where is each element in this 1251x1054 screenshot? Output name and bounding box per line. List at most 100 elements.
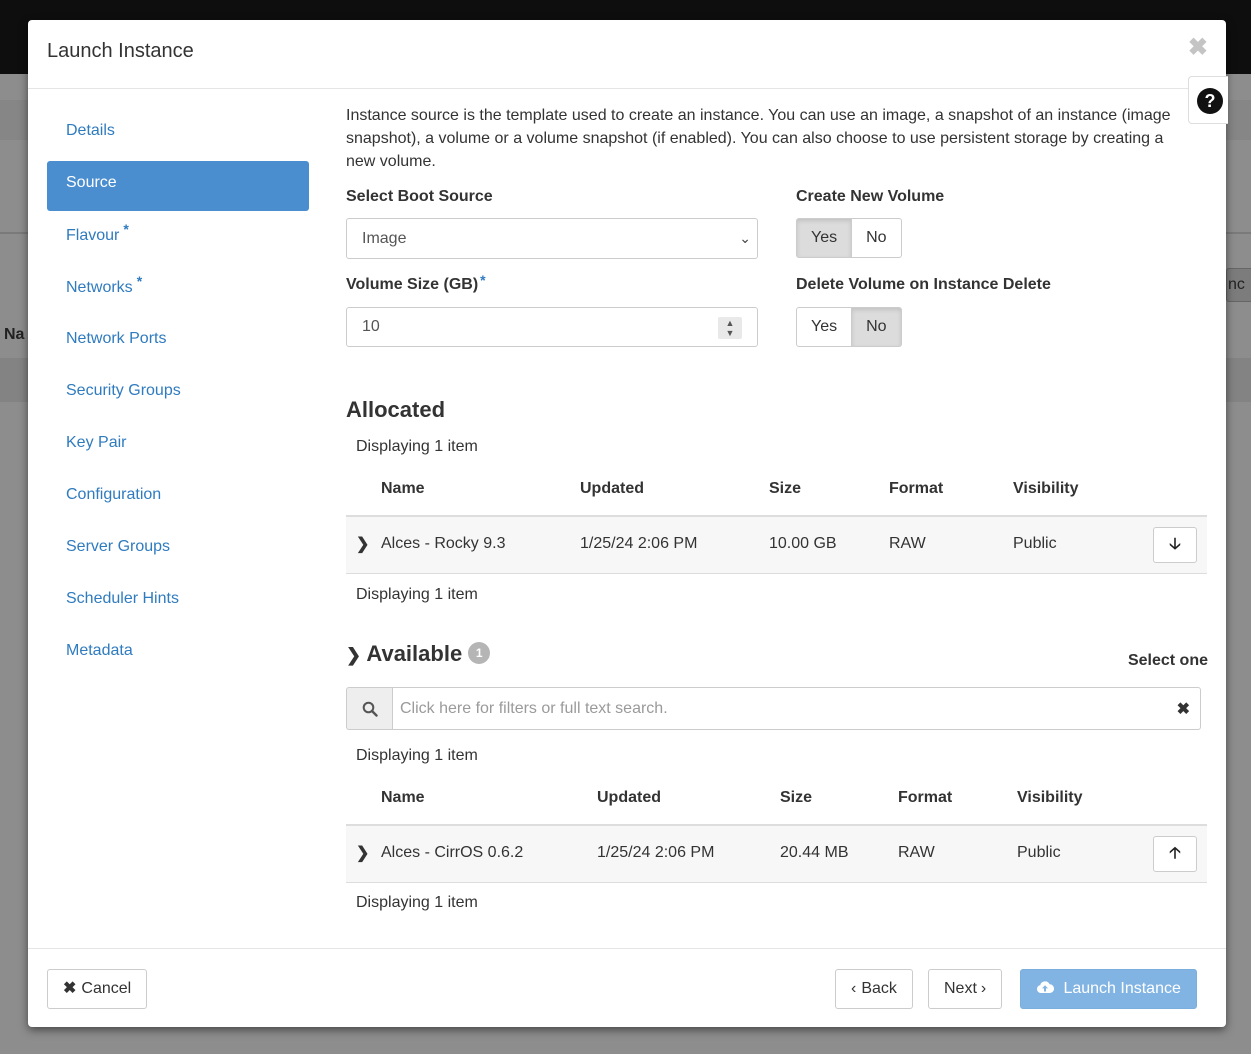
nav-item-label: Configuration: [66, 486, 162, 503]
nav-item-label: Flavour: [66, 227, 120, 244]
column-header-format[interactable]: Format: [889, 480, 943, 498]
nav-item-label: Network Ports: [66, 330, 167, 347]
create-volume-yes-button[interactable]: Yes: [796, 218, 853, 258]
column-header-name[interactable]: Name: [381, 789, 425, 807]
available-title-text: Available: [366, 641, 463, 666]
create-volume-toggle: Yes No: [796, 218, 902, 258]
column-header-size[interactable]: Size: [780, 789, 812, 807]
launch-instance-button[interactable]: Launch Instance: [1020, 969, 1197, 1009]
chevron-down-icon: ⌄: [739, 230, 751, 246]
source-panel: Instance source is the template used to …: [346, 104, 1208, 911]
nav-item-networks[interactable]: Networks *: [47, 265, 309, 317]
delete-volume-no-button[interactable]: No: [852, 307, 902, 347]
select-one-hint: Select one: [1127, 652, 1208, 669]
create-volume-label: Create New Volume: [796, 188, 945, 205]
available-count-top: Displaying 1 item: [356, 747, 478, 764]
table-header: Name Updated Size Format Visibility: [346, 467, 1207, 517]
required-marker: *: [480, 272, 486, 288]
launch-label: Launch Instance: [1063, 980, 1181, 997]
delete-volume-yes-button[interactable]: Yes: [796, 307, 853, 347]
cell-visibility: Public: [1013, 535, 1057, 552]
cancel-button[interactable]: ✖ Cancel: [47, 969, 148, 1009]
next-label: Next: [944, 980, 977, 997]
volume-size-label: Volume Size (GB) *: [346, 272, 486, 294]
nav-item-label: Details: [66, 122, 115, 139]
modal-header: Launch Instance ✖: [28, 20, 1226, 89]
nav-item-server-groups[interactable]: Server Groups: [47, 525, 309, 577]
nav-item-network-ports[interactable]: Network Ports: [47, 317, 309, 369]
nav-item-metadata[interactable]: Metadata: [47, 629, 309, 681]
column-header-visibility[interactable]: Visibility: [1013, 480, 1079, 498]
nav-item-scheduler-hints[interactable]: Scheduler Hints: [47, 577, 309, 629]
table-header: Name Updated Size Format Visibility: [346, 776, 1207, 826]
required-marker: *: [136, 273, 143, 289]
allocated-count-top: Displaying 1 item: [356, 438, 478, 455]
source-intro-text: Instance source is the template used to …: [346, 107, 1171, 170]
cloud-upload-icon: [1036, 980, 1058, 997]
available-title[interactable]: ❯ Available 1: [346, 641, 491, 667]
background-button-label: nc: [1228, 276, 1245, 293]
close-icon[interactable]: ✖: [1188, 36, 1208, 60]
column-header-format[interactable]: Format: [898, 789, 952, 807]
launch-instance-modal: Launch Instance ✖ ? Details Source Flavo…: [28, 20, 1228, 1027]
chevron-right-icon: ›: [980, 980, 987, 997]
number-spinner-icon[interactable]: ▲ ▼: [718, 317, 742, 339]
cell-size: 10.00 GB: [769, 535, 837, 552]
deallocate-button[interactable]: 🡣: [1153, 527, 1197, 563]
cell-updated: 1/25/24 2:06 PM: [597, 844, 715, 861]
back-button[interactable]: ‹ Back: [835, 969, 913, 1009]
close-icon: ✖: [63, 980, 77, 997]
nav-item-label: Networks: [66, 279, 133, 296]
column-header-updated[interactable]: Updated: [597, 789, 661, 807]
delete-volume-toggle: Yes No: [796, 307, 902, 347]
cell-updated: 1/25/24 2:06 PM: [580, 535, 698, 552]
modal-title: Launch Instance: [47, 40, 194, 62]
create-volume-no-button[interactable]: No: [852, 218, 902, 258]
nav-item-label: Scheduler Hints: [66, 590, 179, 607]
nav-item-label: Security Groups: [66, 382, 181, 399]
boot-source-select[interactable]: Image ⌄: [346, 218, 758, 259]
nav-item-configuration[interactable]: Configuration: [47, 473, 309, 525]
search-icon: [346, 687, 393, 730]
allocate-button[interactable]: 🡡: [1153, 836, 1197, 872]
nav-item-key-pair[interactable]: Key Pair: [47, 421, 309, 473]
cell-name: Alces - Rocky 9.3: [381, 535, 506, 552]
clear-search-icon[interactable]: ✖: [1177, 688, 1190, 731]
column-header-updated[interactable]: Updated: [580, 480, 644, 498]
column-header-visibility[interactable]: Visibility: [1017, 789, 1083, 807]
nav-item-label: Source: [66, 174, 117, 191]
back-label: Back: [861, 980, 897, 997]
column-header-size[interactable]: Size: [769, 480, 801, 498]
cell-format: RAW: [898, 844, 935, 861]
nav-item-security-groups[interactable]: Security Groups: [47, 369, 309, 421]
table-row: ❯ Alces - CirrOS 0.6.2 1/25/24 2:06 PM 2…: [346, 826, 1207, 883]
search-placeholder: Click here for filters or full text sear…: [400, 700, 668, 717]
cell-format: RAW: [889, 535, 926, 552]
nav-item-flavour[interactable]: Flavour *: [47, 213, 309, 265]
volume-size-input[interactable]: 10 ▲ ▼: [346, 307, 758, 347]
next-button[interactable]: Next ›: [928, 969, 1003, 1009]
arrow-up-icon: 🡡: [1169, 845, 1181, 862]
allocated-count-bottom: Displaying 1 item: [356, 586, 478, 603]
cell-name: Alces - CirrOS 0.6.2: [381, 844, 524, 861]
cell-size: 20.44 MB: [780, 844, 849, 861]
column-header-name[interactable]: Name: [381, 480, 425, 498]
chevron-right-icon[interactable]: ❯: [356, 534, 369, 554]
chevron-right-icon[interactable]: ❯: [356, 843, 369, 863]
modal-footer: ✖ Cancel ‹ Back Next › Launch Instance: [28, 948, 1226, 1027]
nav-item-label: Key Pair: [66, 434, 127, 451]
volume-size-label-text: Volume Size (GB): [346, 276, 479, 293]
volume-size-value: 10: [362, 318, 380, 335]
nav-item-details[interactable]: Details: [47, 109, 309, 161]
available-table: Name Updated Size Format Visibility ❯ Al…: [346, 776, 1207, 883]
nav-item-source[interactable]: Source: [47, 161, 309, 211]
available-count-bottom: Displaying 1 item: [356, 894, 478, 911]
search-input[interactable]: Click here for filters or full text sear…: [392, 687, 1201, 730]
chevron-left-icon: ‹: [851, 980, 857, 997]
nav-item-label: Metadata: [66, 642, 133, 659]
chevron-down-icon: ❯: [346, 645, 362, 665]
boot-source-label: Select Boot Source: [346, 188, 493, 205]
allocated-title: Allocated: [346, 397, 446, 422]
table-row: ❯ Alces - Rocky 9.3 1/25/24 2:06 PM 10.0…: [346, 517, 1207, 574]
cell-visibility: Public: [1017, 844, 1061, 861]
